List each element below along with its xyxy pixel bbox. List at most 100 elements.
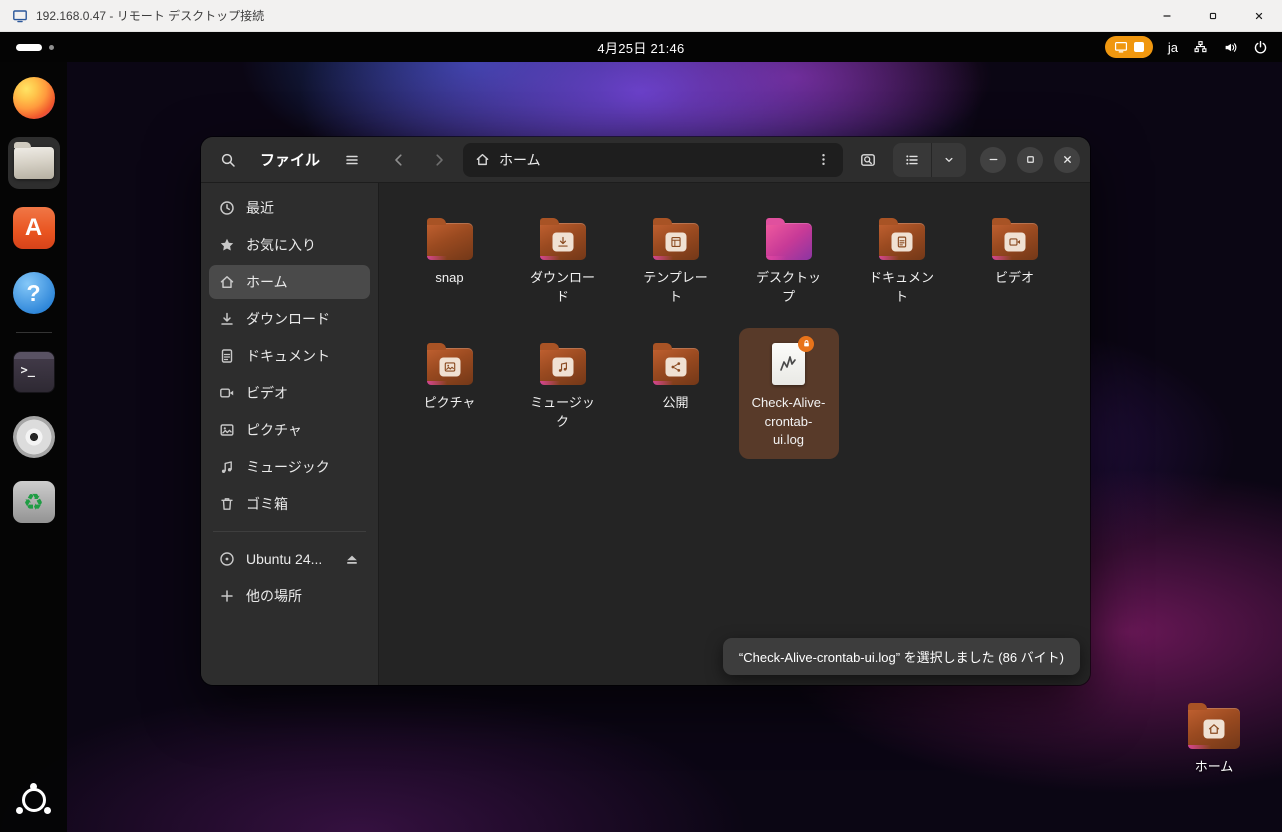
clock[interactable]: 4月25日 21:46 — [597, 38, 684, 57]
search-current-folder-button[interactable] — [851, 143, 885, 177]
dock-separator — [15, 332, 52, 333]
sidebar-item-label: Ubuntu 24... — [246, 551, 323, 567]
sidebar-item-music[interactable]: ミュージック — [209, 450, 370, 484]
location-options-kebab-icon[interactable] — [816, 152, 831, 167]
power-icon[interactable] — [1253, 40, 1268, 55]
sidebar-item-label: 最近 — [246, 200, 274, 216]
app-title: ファイル — [259, 152, 320, 169]
file-item[interactable]: テンプレート — [626, 203, 726, 316]
sidebar-item-label: ドキュメント — [246, 348, 330, 364]
rdp-titlebar: 192.168.0.47 - リモート デスクトップ接続 — [0, 0, 1282, 32]
file-item[interactable]: ミュージック — [513, 328, 613, 441]
file-item-label: snap — [435, 270, 464, 285]
rdp-title: 192.168.0.47 - リモート デスクトップ接続 — [36, 9, 265, 23]
stop-sharing-icon[interactable] — [1133, 42, 1144, 52]
file-item-label: ダウンロード — [529, 270, 595, 304]
file-item[interactable]: ダウンロード — [513, 203, 613, 316]
sidebar-item-plus[interactable]: 他の場所 — [209, 579, 370, 613]
input-method-indicator[interactable]: ja — [1168, 40, 1178, 55]
list-view-button[interactable] — [893, 143, 931, 177]
plus-icon — [219, 588, 235, 604]
maximize-button[interactable] — [1017, 146, 1043, 173]
file-item-thumbnail — [991, 214, 1038, 260]
sidebar-item-video[interactable]: ビデオ — [209, 376, 370, 410]
remote-desktop-screen: 192.168.0.47 - リモート デスクトップ接続 4月25日 21:46… — [0, 0, 1282, 832]
file-item[interactable]: snap — [400, 203, 500, 297]
workspace-indicator[interactable] — [16, 43, 54, 51]
sidebar-item-trash[interactable]: ゴミ箱 — [209, 487, 370, 521]
folder-icon — [539, 342, 586, 385]
file-item[interactable]: 公開 — [626, 328, 726, 422]
file-item-label: ミュージック — [530, 394, 595, 429]
volume-icon[interactable] — [1223, 40, 1238, 55]
desktop-home-icon[interactable]: ホーム — [1172, 703, 1256, 775]
file-item[interactable]: ピクチャ — [400, 328, 500, 422]
file-item-label: 公開 — [662, 394, 689, 410]
file-item-thumbnail — [652, 339, 699, 385]
clock-icon — [219, 200, 235, 216]
network-icon[interactable] — [1193, 40, 1208, 55]
sidebar-item-document[interactable]: ドキュメント — [209, 339, 370, 373]
dock-item-ubuntu-software[interactable] — [8, 202, 60, 254]
file-item[interactable]: Check-Alive-crontab-ui.log — [738, 327, 839, 460]
workspace-pill-active[interactable] — [16, 43, 42, 51]
dock-item-files[interactable] — [7, 137, 60, 189]
disc-icon — [12, 416, 55, 458]
sidebar-item-home[interactable]: ホーム — [209, 265, 370, 299]
file-item[interactable]: デスクトップ — [739, 203, 839, 316]
dock-item-help[interactable] — [8, 267, 60, 319]
screen-share-indicator[interactable] — [1104, 36, 1153, 58]
sidebar-item-star[interactable]: お気に入り — [209, 228, 370, 262]
minimize-button[interactable] — [980, 146, 1006, 173]
file-item[interactable]: ドキュメント — [852, 203, 952, 316]
file-item[interactable]: ビデオ — [965, 203, 1065, 297]
star-icon — [219, 237, 235, 253]
files-grid: snap ダウンロード テンプレート デスクトップ ドキュメント ビデオピクチャ ミュージッ… — [379, 183, 1090, 460]
search-button[interactable] — [213, 145, 243, 175]
rdp-minimize-button[interactable] — [1144, 0, 1190, 31]
sidebar-item-picture[interactable]: ピクチャ — [209, 413, 370, 447]
eject-icon[interactable] — [344, 551, 360, 567]
rdp-close-button[interactable] — [1236, 0, 1282, 31]
file-item-thumbnail — [539, 339, 586, 385]
ubuntu-software-icon — [12, 207, 55, 249]
desktop-home-label: ホーム — [1194, 759, 1234, 774]
folder-icon — [991, 218, 1038, 260]
home-icon — [219, 274, 235, 290]
dock-item-firefox[interactable] — [8, 72, 60, 124]
sidebar-item-label: ミュージック — [246, 459, 330, 475]
folder-icon — [878, 218, 925, 260]
close-button[interactable] — [1054, 146, 1080, 173]
forward-button[interactable] — [423, 144, 455, 176]
path-bar[interactable]: ホーム — [463, 142, 843, 177]
files-icon — [13, 142, 54, 179]
file-item-thumbnail — [765, 214, 812, 260]
sidebar-item-disc[interactable]: Ubuntu 24... — [209, 542, 370, 576]
dock-item-disc[interactable] — [8, 411, 60, 463]
selection-status-toast: “Check-Alive-crontab-ui.log” を選択しました (86… — [722, 638, 1080, 675]
dock-item-terminal[interactable] — [8, 346, 60, 398]
ubuntu-screen: 4月25日 21:46 ja A ? >_ ♻ ファイル ホーム 最近 お気に入… — [0, 32, 1282, 832]
back-button[interactable] — [383, 144, 415, 176]
sidebar-item-label: ゴミ箱 — [246, 496, 288, 512]
dock — [0, 62, 67, 832]
video-emblem-icon — [1004, 232, 1025, 252]
hamburger-menu-button[interactable] — [337, 145, 367, 175]
system-tray: ja — [1104, 36, 1282, 58]
sidebar-item-clock[interactable]: 最近 — [209, 191, 370, 225]
file-item-label: デスクトップ — [755, 270, 821, 304]
window-controls — [980, 146, 1080, 173]
rdp-maximize-button[interactable] — [1190, 0, 1236, 31]
show-apps-ubuntu-logo-icon[interactable] — [16, 782, 52, 818]
sidebar-item-download[interactable]: ダウンロード — [209, 302, 370, 336]
view-toggle-group — [893, 142, 966, 177]
view-options-chevron-button[interactable] — [931, 142, 966, 177]
current-location-label: ホーム — [499, 151, 541, 168]
folder-icon — [652, 342, 699, 385]
file-item-thumbnail — [652, 214, 699, 260]
workspace-dot[interactable] — [49, 44, 54, 50]
picture-icon — [219, 422, 235, 438]
home-emblem-icon — [1203, 719, 1225, 739]
file-item-label: ドキュメント — [868, 270, 934, 304]
dock-item-software-updater[interactable] — [8, 476, 60, 528]
